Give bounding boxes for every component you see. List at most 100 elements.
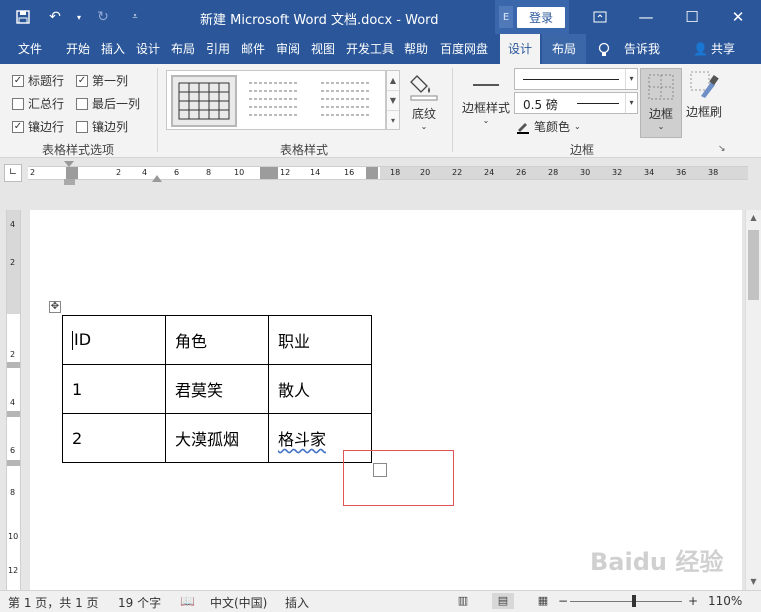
checkbox-banded-rows[interactable]: ✓ 镶边行 [12, 118, 64, 135]
minimize-icon[interactable]: — [623, 0, 669, 34]
checkbox-icon[interactable]: ✓ [76, 74, 88, 87]
web-layout-icon[interactable]: ▦ [532, 593, 554, 609]
gallery-up-icon[interactable]: ▲ [387, 71, 399, 91]
ribbon-display-options-icon[interactable] [577, 0, 623, 34]
horizontal-ruler[interactable]: 2 2 4 6 8 10 12 14 16 18 20 22 24 26 28 … [28, 166, 748, 180]
vertical-scrollbar[interactable]: ▲ ▼ [745, 210, 761, 590]
checkbox-total-row[interactable]: 汇总行 [12, 95, 64, 112]
text-cursor [72, 331, 73, 350]
line-width-select[interactable]: 0.5 磅 ▾ [514, 92, 638, 114]
left-indent-marker[interactable] [64, 179, 75, 185]
tab-design[interactable]: 设计 [136, 34, 160, 64]
tab-review[interactable]: 审阅 [276, 34, 300, 64]
table-move-handle-icon[interactable]: ✥ [49, 301, 61, 313]
table-cell[interactable]: 大漠孤烟 [165, 413, 269, 463]
scroll-up-icon[interactable]: ▲ [746, 210, 761, 226]
tab-table-layout[interactable]: 布局 [542, 34, 586, 64]
table-cell[interactable]: 散人 [268, 364, 372, 414]
table-cell[interactable]: 君莫笑 [165, 364, 269, 414]
chevron-down-icon[interactable]: ▾ [625, 93, 637, 113]
ruler-column-marker[interactable] [366, 167, 378, 179]
borders-button[interactable]: 边框 ⌄ [640, 68, 682, 138]
chevron-down-icon[interactable]: ▾ [625, 69, 637, 89]
scroll-thumb[interactable] [748, 230, 759, 300]
tab-baidu-netdisk[interactable]: 百度网盘 [440, 34, 488, 64]
save-icon[interactable] [10, 5, 36, 29]
undo-dropdown-icon[interactable]: ▾ [74, 5, 84, 29]
border-styles-button[interactable]: 边框样式 ⌄ [460, 74, 512, 125]
proofing-icon[interactable]: 📖 [180, 594, 195, 608]
tab-help[interactable]: 帮助 [404, 34, 428, 64]
table-cell[interactable]: 2 [62, 413, 166, 463]
table-style-plain-1[interactable] [243, 75, 309, 127]
table-cell[interactable]: 职业 [268, 315, 372, 365]
tab-view[interactable]: 视图 [311, 34, 335, 64]
vertical-ruler[interactable]: 4 2 2 4 6 8 10 12 [6, 210, 21, 590]
checkbox-icon[interactable]: ✓ [12, 120, 24, 133]
tab-table-design[interactable]: 设计 [500, 34, 540, 64]
tab-file[interactable]: 文件 [18, 34, 42, 64]
ruler-column-marker[interactable] [66, 167, 78, 179]
gallery-more-icon[interactable]: ▾ [387, 111, 399, 131]
login-button[interactable]: 登录 [517, 6, 566, 28]
share-icon[interactable]: 👤 [693, 34, 708, 64]
ruler-row-marker[interactable] [7, 362, 20, 368]
page-count[interactable]: 第 1 页，共 1 页 [8, 594, 99, 611]
tell-me-search[interactable]: 告诉我 [624, 34, 660, 64]
insert-mode-indicator[interactable]: 插入 [285, 594, 309, 611]
tab-layout[interactable]: 布局 [171, 34, 195, 64]
print-layout-icon[interactable]: ▤ [492, 593, 514, 609]
tab-insert[interactable]: 插入 [101, 34, 125, 64]
table-resize-handle[interactable] [373, 463, 387, 477]
pen-color-button[interactable]: 笔颜色 ⌄ [516, 118, 581, 135]
ruler-column-marker[interactable] [260, 167, 278, 179]
redo-icon[interactable]: ↻ [90, 5, 116, 29]
tab-developer[interactable]: 开发工具 [346, 34, 394, 64]
table-style-grid[interactable] [171, 75, 237, 127]
customize-toolbar-icon[interactable]: ⩡ [122, 5, 148, 29]
first-line-indent-marker[interactable] [64, 161, 74, 167]
border-painter-button[interactable]: 边框刷 [684, 70, 724, 120]
tab-home[interactable]: 开始 [66, 34, 90, 64]
close-icon[interactable]: ✕ [715, 0, 761, 34]
zoom-out-icon[interactable]: − [558, 594, 568, 608]
gallery-down-icon[interactable]: ▼ [387, 91, 399, 111]
tab-selector-icon[interactable]: ∟ [4, 164, 22, 182]
checkbox-icon[interactable]: ✓ [12, 74, 24, 87]
maximize-icon[interactable]: ☐ [669, 0, 715, 34]
zoom-slider[interactable] [570, 601, 682, 602]
checkbox-banded-columns[interactable]: 镶边列 [76, 118, 128, 135]
zoom-slider-thumb[interactable] [632, 595, 636, 607]
tab-references[interactable]: 引用 [206, 34, 230, 64]
ruler-label: 10 [234, 168, 245, 177]
scroll-down-icon[interactable]: ▼ [746, 574, 761, 590]
word-count[interactable]: 19 个字 [118, 594, 161, 611]
table-cell[interactable]: 1 [62, 364, 166, 414]
line-style-select[interactable]: ▾ [514, 68, 638, 90]
ruler-label: 28 [548, 168, 559, 177]
gallery-scroll[interactable]: ▲ ▼ ▾ [386, 70, 400, 130]
dialog-launcher-icon[interactable]: ↘ [718, 144, 726, 154]
checkbox-icon[interactable] [76, 120, 88, 133]
right-indent-marker[interactable] [152, 175, 162, 182]
checkbox-icon[interactable] [76, 97, 88, 110]
language-indicator[interactable]: 中文(中国) [210, 594, 267, 611]
undo-icon[interactable]: ↶ [42, 5, 68, 29]
document-table[interactable]: ID 角色 职业 1 君莫笑 散人 2 大漠孤烟 格斗家 [62, 315, 372, 463]
share-button[interactable]: 共享 [711, 34, 735, 64]
checkbox-header-row[interactable]: ✓ 标题行 [12, 72, 64, 89]
ruler-row-marker[interactable] [7, 411, 20, 417]
checkbox-last-column[interactable]: 最后一列 [76, 95, 140, 112]
ruler-row-marker[interactable] [7, 460, 20, 466]
table-cell[interactable]: 角色 [165, 315, 269, 365]
shading-button[interactable]: 底纹 ⌄ [404, 70, 444, 131]
checkbox-icon[interactable] [12, 97, 24, 110]
table-cell[interactable]: ID [62, 315, 166, 365]
line-width-value: 0.5 磅 [523, 98, 558, 112]
zoom-level[interactable]: 110% [708, 594, 742, 608]
tab-mailings[interactable]: 邮件 [241, 34, 265, 64]
table-style-plain-2[interactable] [315, 75, 381, 127]
read-mode-icon[interactable]: ▥ [452, 593, 474, 609]
checkbox-first-column[interactable]: ✓ 第一列 [76, 72, 128, 89]
zoom-in-icon[interactable]: + [688, 594, 698, 608]
